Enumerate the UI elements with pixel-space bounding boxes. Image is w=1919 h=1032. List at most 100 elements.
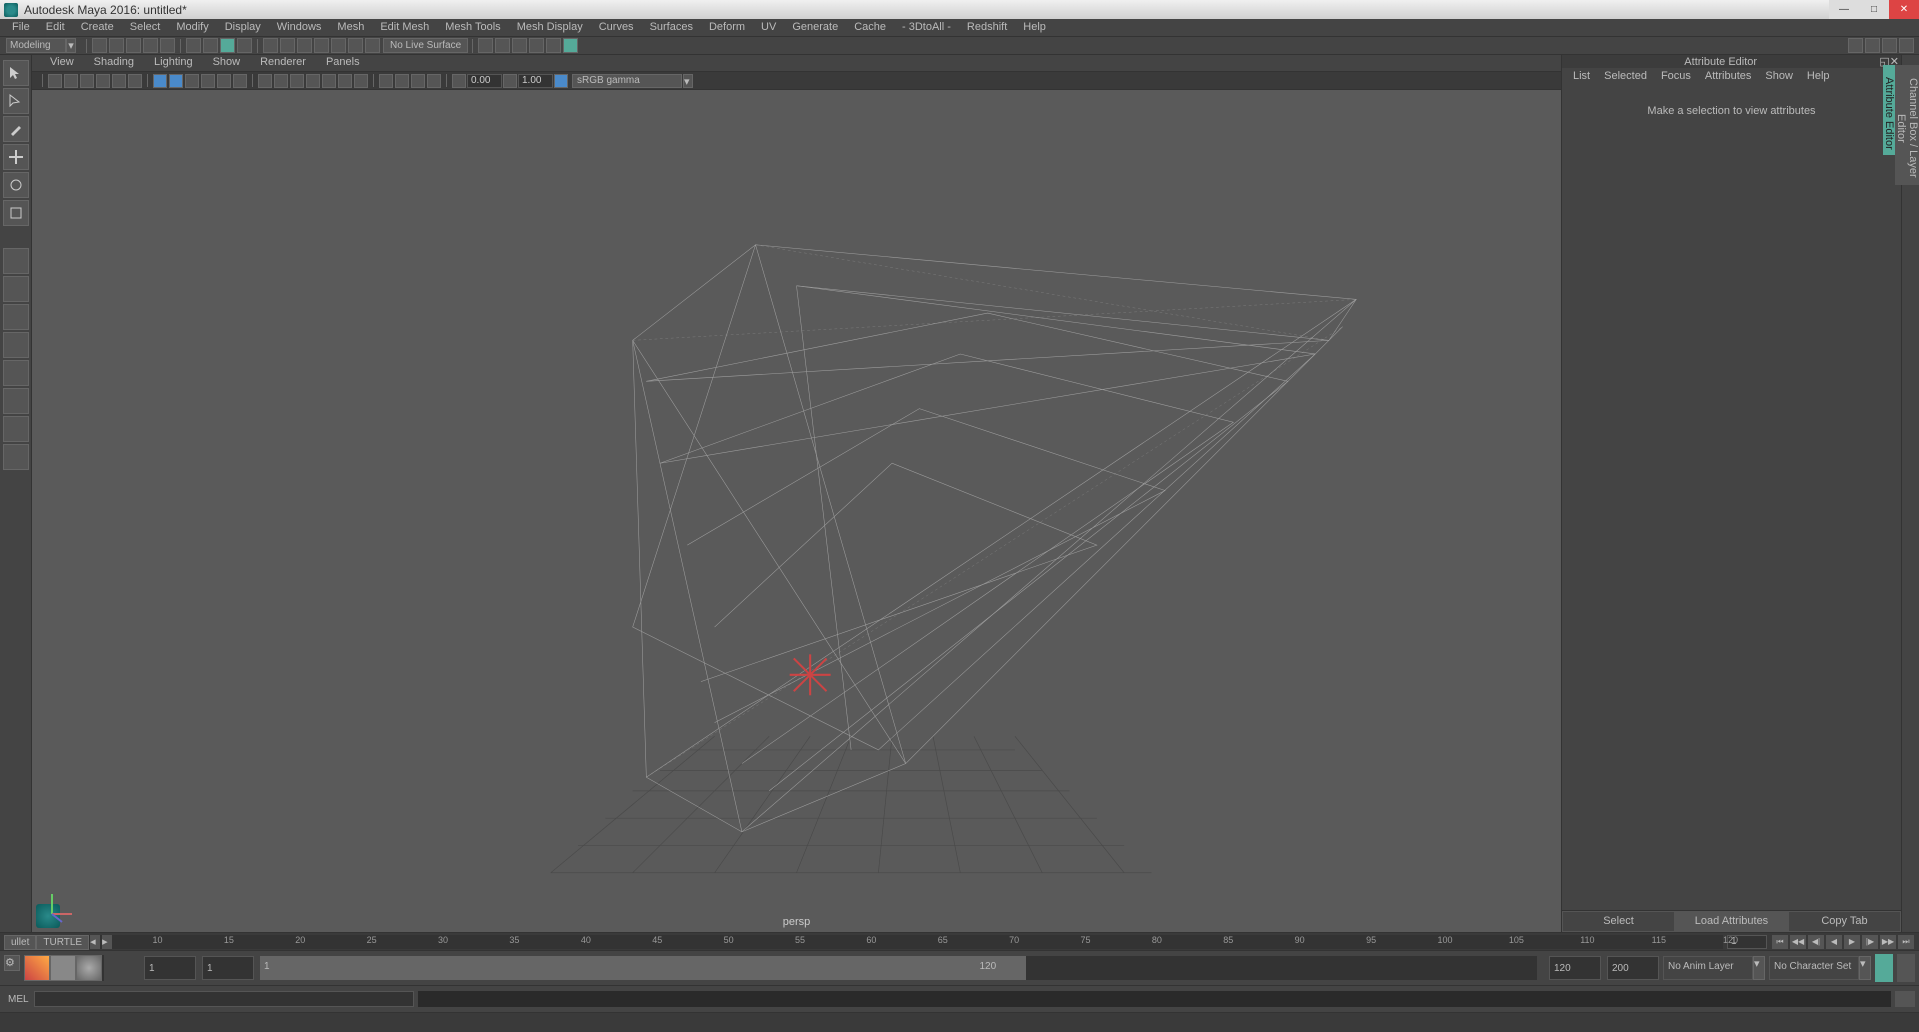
menu-mesh[interactable]: Mesh	[329, 19, 372, 36]
scale-tool[interactable]	[3, 200, 29, 226]
step-forward-key-button[interactable]: ▶▶	[1880, 935, 1896, 949]
snap-live-icon[interactable]	[348, 38, 363, 53]
menu-redshift[interactable]: Redshift	[959, 19, 1015, 36]
shelf-item-2[interactable]	[50, 955, 76, 981]
smooth-shade-icon[interactable]	[274, 74, 288, 88]
tab-channel-box[interactable]: Channel Box / Layer Editor	[1895, 65, 1919, 185]
panel-menu-view[interactable]: View	[40, 55, 84, 71]
color-space-dropdown[interactable]: sRGB gamma	[572, 74, 682, 88]
exposure-icon[interactable]	[452, 74, 466, 88]
menu-deform[interactable]: Deform	[701, 19, 753, 36]
script-editor-icon[interactable]	[1895, 991, 1915, 1007]
menu-uv[interactable]: UV	[753, 19, 784, 36]
gate-mask-icon[interactable]	[201, 74, 215, 88]
select-tool[interactable]	[3, 60, 29, 86]
step-forward-button[interactable]: |▶	[1862, 935, 1878, 949]
motion-blur-icon[interactable]	[354, 74, 368, 88]
ae-menu-focus[interactable]: Focus	[1654, 68, 1698, 85]
lasso-tool[interactable]	[3, 88, 29, 114]
range-out-input[interactable]	[1549, 956, 1601, 980]
script-language-label[interactable]: MEL	[4, 994, 34, 1005]
toggle-tool-settings-icon[interactable]	[1882, 38, 1897, 53]
film-gate-icon[interactable]	[169, 74, 183, 88]
menu-mesh-tools[interactable]: Mesh Tools	[437, 19, 508, 36]
close-button[interactable]: ✕	[1889, 0, 1919, 19]
layout-single-icon[interactable]	[3, 276, 29, 302]
color-mgmt-icon[interactable]	[554, 74, 568, 88]
select-template-icon[interactable]	[237, 38, 252, 53]
toggle-attribute-icon[interactable]	[1865, 38, 1880, 53]
paint-tool[interactable]	[3, 116, 29, 142]
resolution-gate-icon[interactable]	[185, 74, 199, 88]
menu-help[interactable]: Help	[1015, 19, 1054, 36]
use-lights-icon[interactable]	[306, 74, 320, 88]
xray-icon[interactable]	[395, 74, 409, 88]
camera-select-icon[interactable]	[48, 74, 62, 88]
shadows-icon[interactable]	[322, 74, 336, 88]
layout-two-icon[interactable]	[3, 304, 29, 330]
select-object-icon[interactable]	[203, 38, 218, 53]
layout-custom3-icon[interactable]	[3, 416, 29, 442]
snap-point-icon[interactable]	[297, 38, 312, 53]
gamma-icon[interactable]	[503, 74, 517, 88]
layout-more-icon[interactable]	[3, 444, 29, 470]
menu-curves[interactable]: Curves	[591, 19, 642, 36]
render-globals-icon[interactable]	[546, 38, 561, 53]
image-plane-icon[interactable]	[96, 74, 110, 88]
render-frame-icon[interactable]	[495, 38, 510, 53]
range-in-input[interactable]	[202, 956, 254, 980]
field-chart-icon[interactable]	[217, 74, 231, 88]
prefs-button[interactable]	[1897, 954, 1915, 982]
ae-select-button[interactable]: Select	[1562, 911, 1675, 932]
auto-key-button[interactable]	[1875, 954, 1893, 982]
grease-pencil-icon[interactable]	[128, 74, 142, 88]
anim-layer-dropdown-arrow-icon[interactable]: ▾	[1753, 956, 1765, 980]
menu-3dtoall[interactable]: - 3DtoAll -	[894, 19, 959, 36]
menu-display[interactable]: Display	[217, 19, 269, 36]
character-set-dropdown[interactable]: No Character Set	[1769, 956, 1859, 980]
time-slider[interactable]: 1 15101520253035404550556065707580859095…	[0, 932, 1919, 950]
ae-load-attributes-button[interactable]: Load Attributes	[1675, 911, 1788, 932]
ae-menu-attributes[interactable]: Attributes	[1698, 68, 1758, 85]
xray-joints-icon[interactable]	[411, 74, 425, 88]
ipr-render-icon[interactable]	[512, 38, 527, 53]
shelf-nav-right-icon[interactable]: ▸	[102, 935, 112, 949]
save-scene-icon[interactable]	[126, 38, 141, 53]
panel-menu-renderer[interactable]: Renderer	[250, 55, 316, 71]
xray-comp-icon[interactable]	[427, 74, 441, 88]
select-hierarchy-icon[interactable]	[186, 38, 201, 53]
maximize-button[interactable]: □	[1859, 0, 1889, 19]
range-total-input[interactable]	[1607, 956, 1659, 980]
menu-create[interactable]: Create	[73, 19, 122, 36]
select-component-icon[interactable]	[220, 38, 235, 53]
play-forward-button[interactable]: ▶	[1844, 935, 1860, 949]
timeline-ruler[interactable]: 1510152025303540455055606570758085909510…	[24, 935, 1723, 949]
viewport-persp[interactable]: persp	[32, 90, 1561, 932]
snap-curve-icon[interactable]	[280, 38, 295, 53]
hypershade-icon[interactable]	[563, 38, 578, 53]
range-start-input[interactable]	[144, 956, 196, 980]
safe-action-icon[interactable]	[233, 74, 247, 88]
shelf-item-1[interactable]	[24, 955, 50, 981]
menu-select[interactable]: Select	[122, 19, 169, 36]
textured-icon[interactable]	[290, 74, 304, 88]
construction-history-icon[interactable]	[478, 38, 493, 53]
menu-windows[interactable]: Windows	[269, 19, 330, 36]
panel-menu-show[interactable]: Show	[203, 55, 251, 71]
menu-mesh-display[interactable]: Mesh Display	[509, 19, 591, 36]
camera-lock-icon[interactable]	[64, 74, 78, 88]
ae-copy-tab-button[interactable]: Copy Tab	[1788, 911, 1901, 932]
menu-edit-mesh[interactable]: Edit Mesh	[372, 19, 437, 36]
grid-toggle-icon[interactable]	[153, 74, 167, 88]
workspace-dropdown-icon[interactable]: ▾	[66, 38, 76, 53]
go-end-button[interactable]: ⏭	[1898, 935, 1914, 949]
layout-four-icon[interactable]	[3, 332, 29, 358]
exposure-input[interactable]	[467, 74, 502, 88]
last-tool[interactable]	[3, 248, 29, 274]
snap-surface-icon[interactable]	[331, 38, 346, 53]
new-scene-icon[interactable]	[92, 38, 107, 53]
shelf-nav-left-icon[interactable]: ◂	[90, 935, 100, 949]
toggle-channel-box-icon[interactable]	[1899, 38, 1914, 53]
shelf-tab-turtle[interactable]: TURTLE	[36, 935, 89, 950]
panel-menu-lighting[interactable]: Lighting	[144, 55, 203, 71]
